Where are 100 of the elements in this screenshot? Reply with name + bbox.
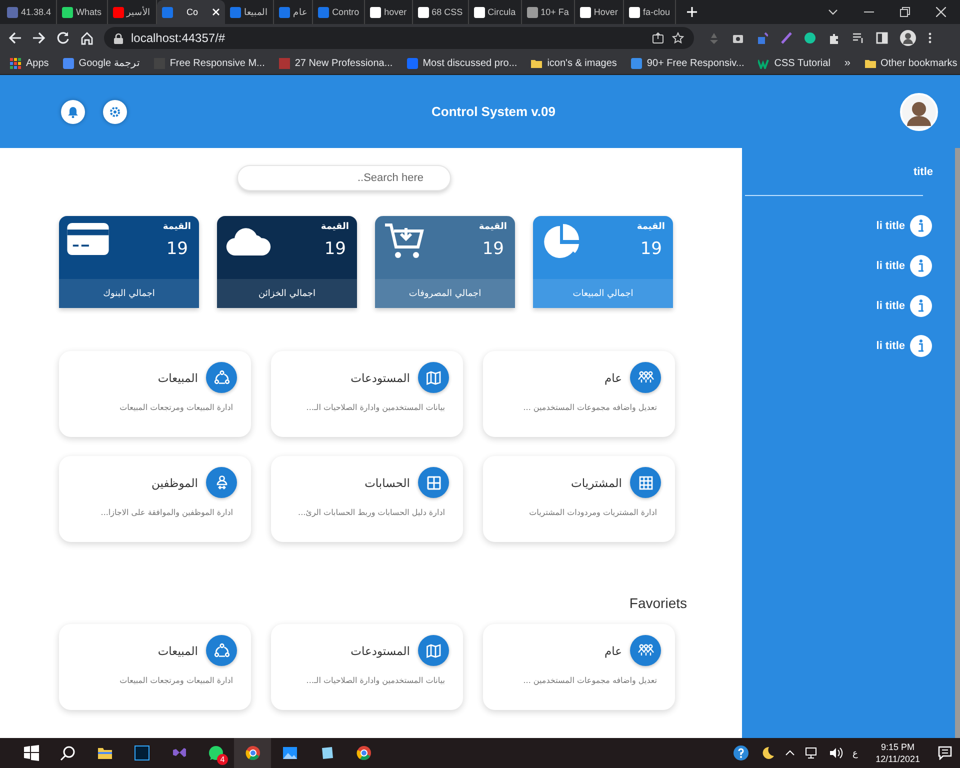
clock-date[interactable]: 12/11/2021 [876, 753, 920, 765]
module-description: تعديل واضافه مجموعات المستخدمين ... [522, 676, 657, 685]
home-icon[interactable] [80, 31, 94, 45]
module-card[interactable]: المشتريات ادارة المشتريات ومردودات المشتريات [483, 456, 675, 542]
close-icon[interactable] [936, 7, 946, 17]
reload-icon[interactable] [56, 31, 70, 45]
map-icon [424, 642, 442, 660]
module-card[interactable]: الحسابات ادارة دليل الحسابات وربط الحسابات الرئ... [271, 456, 463, 542]
value-label: القيمة [162, 222, 191, 232]
puzzle-icon[interactable] [828, 32, 840, 44]
playlist-icon[interactable] [852, 32, 864, 44]
tab-favicon-icon [318, 6, 330, 18]
stat-value: 19 [482, 239, 505, 259]
folder-icon[interactable] [96, 745, 112, 761]
module-card[interactable]: المستودعات بيانات المستخدمين وادارة الصلاحيات الـ... [271, 624, 463, 710]
sidebar-panel-icon[interactable] [876, 32, 888, 44]
module-description: تعديل واضافه مجموعات المستخدمين ... [522, 403, 657, 412]
module-description: ادارة دليل الحسابات وربط الحسابات الرئ... [297, 508, 445, 517]
input-language[interactable]: ع [852, 748, 858, 758]
minimize-icon[interactable] [864, 11, 874, 13]
map-icon [424, 368, 442, 386]
restore-icon[interactable] [900, 7, 910, 17]
bell-icon [67, 106, 79, 118]
caret-up-icon[interactable] [784, 750, 795, 756]
bookmark-favicon-icon [630, 58, 642, 68]
address-bar[interactable]: localhost:44357/# [104, 27, 694, 49]
tab-favicon-icon [526, 6, 538, 18]
tab-favicon-icon [162, 6, 173, 18]
tab-favicon-icon [370, 6, 382, 18]
info-icon [909, 334, 933, 358]
lock-icon [114, 32, 123, 44]
module-card[interactable]: الموظفين ادارة الموظفين والموافقة على الاجازا... [59, 456, 251, 542]
folder-icon [864, 58, 876, 68]
network-icon[interactable] [804, 747, 819, 759]
browser-ball-icon[interactable] [356, 745, 372, 761]
settings-icon [109, 106, 121, 118]
clock-time[interactable]: 9:15 PM [881, 741, 915, 753]
sidebar-item[interactable]: li title [876, 340, 905, 352]
folder-icon [531, 58, 542, 68]
tab-favicon-icon [230, 6, 242, 18]
info-icon [909, 294, 933, 318]
module-description: بيانات المستخدمين وادارة الصلاحيات الـ... [305, 403, 445, 412]
notifications-icon[interactable] [938, 746, 952, 760]
bookmark-link[interactable]: Google ترجمة [62, 57, 140, 69]
share-icon[interactable] [652, 32, 664, 44]
info-icon [909, 214, 933, 238]
browser-ball-icon[interactable] [244, 745, 260, 761]
module-card[interactable]: عام تعديل واضافه مجموعات المستخدمين ... [483, 351, 675, 437]
more-menu-icon[interactable] [928, 32, 932, 44]
windows-logo-icon[interactable] [22, 745, 38, 761]
search-field[interactable]: Search here.. [236, 165, 450, 191]
app-title: Control System v.09 [430, 104, 557, 119]
plus-icon[interactable] [686, 6, 698, 18]
sidebar-item[interactable]: li title [876, 260, 905, 272]
module-card[interactable]: المستودعات بيانات المستخدمين وادارة الصلاحيات الـ... [271, 351, 463, 437]
module-title: الموظفين [152, 476, 198, 490]
section-heading: Favoriets [628, 595, 687, 611]
settings-button[interactable] [103, 100, 127, 124]
extension-square-icon[interactable] [756, 32, 768, 44]
notification-badge: 4 [217, 754, 228, 765]
bookmark-link[interactable]: 27 New Professiona... [278, 58, 393, 68]
bookmark-link[interactable]: 90+ Free Responsiv... [630, 58, 744, 68]
bookmark-link[interactable]: CSS Tutorial [758, 58, 830, 68]
stat-caption: اجمالي الخزائن [217, 279, 357, 308]
star-icon[interactable] [672, 32, 684, 44]
sidebar-item[interactable]: li title [876, 300, 905, 312]
module-card[interactable]: المبيعات ادارة المبيعات ومرتجعات المبيعات [59, 624, 251, 710]
profile-avatar-icon[interactable] [900, 30, 916, 46]
camera-icon[interactable] [732, 32, 744, 44]
stat-caption: اجمالي البنوك [59, 279, 199, 308]
bookmark-link[interactable]: Apps [10, 58, 49, 68]
value-label: القيمة [320, 222, 349, 232]
browser-tab[interactable]: Co [156, 0, 226, 24]
picture-icon[interactable] [282, 745, 298, 761]
bookmark-favicon-icon [758, 58, 770, 68]
tab-favicon-icon [112, 6, 124, 18]
grammar-circle-icon[interactable] [804, 32, 816, 44]
value-label: القيمة [636, 222, 665, 232]
module-card[interactable]: عام تعديل واضافه مجموعات المستخدمين ... [483, 624, 675, 710]
forward-arrow-icon[interactable] [32, 31, 46, 45]
module-title: المستودعات [350, 370, 410, 384]
grid-icon [636, 474, 654, 492]
bookmark-link[interactable]: Most discussed pro... [406, 58, 518, 68]
speaker-icon[interactable] [828, 747, 843, 759]
window-grid-icon [424, 474, 442, 492]
more-bookmarks-button[interactable]: » [844, 57, 851, 69]
bookmark-link[interactable]: Free Responsive M... [154, 58, 265, 68]
module-title: المستودعات [350, 644, 410, 658]
tab-favicon-icon [62, 6, 74, 18]
sidebar-item[interactable]: li title [876, 220, 905, 232]
module-card[interactable]: المبيعات ادارة المبيعات ومرتجعات المبيعات [59, 351, 251, 437]
notification-button[interactable] [61, 100, 85, 124]
bookmark-link[interactable]: icon's & images [531, 58, 617, 68]
back-arrow-icon[interactable] [8, 31, 22, 45]
avatar-icon[interactable] [900, 92, 938, 130]
feather-icon[interactable] [780, 32, 792, 44]
help-circle-icon[interactable] [732, 745, 749, 761]
bookmark-link[interactable]: Other bookmarks [864, 58, 958, 68]
chevron-down-icon[interactable] [828, 9, 838, 15]
search-icon[interactable] [60, 745, 76, 761]
